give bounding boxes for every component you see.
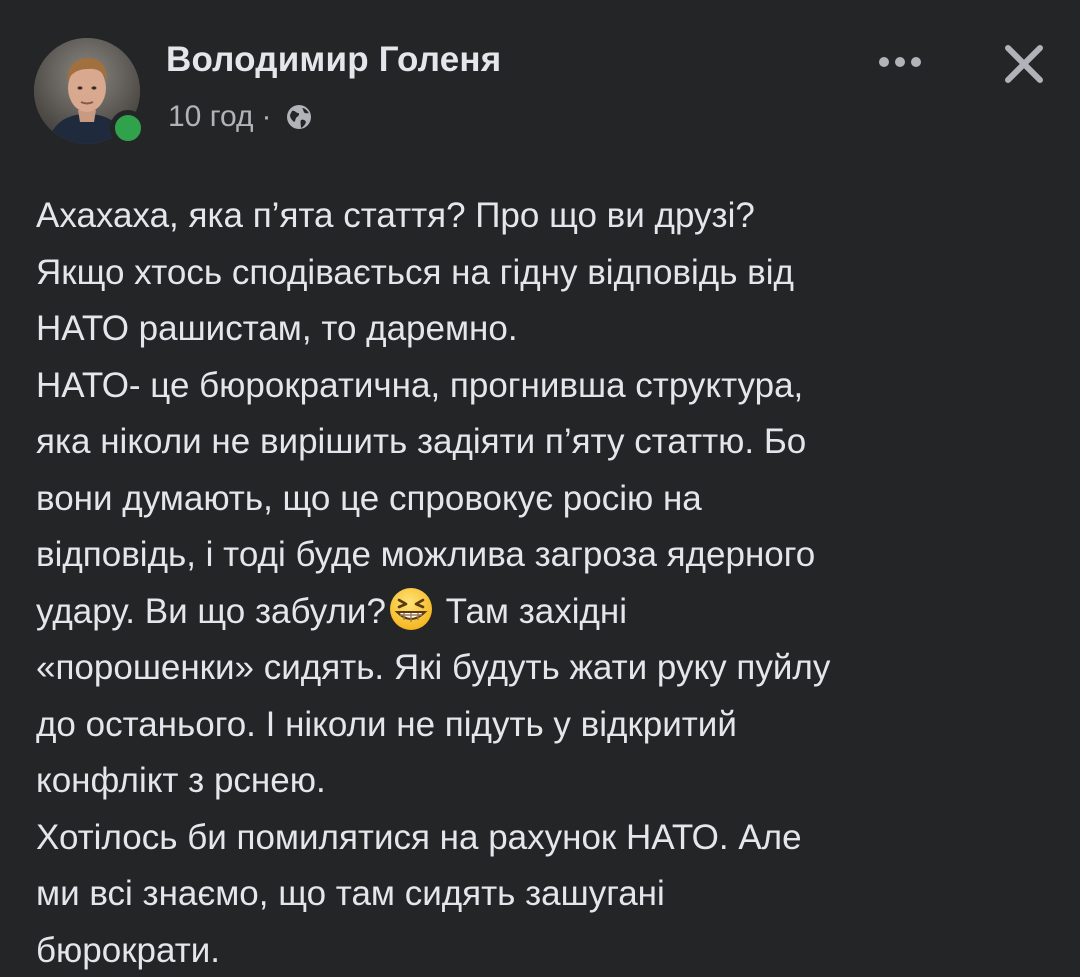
post-text-line: яка ніколи не вирішить задіяти п’яту ста…: [36, 422, 807, 461]
more-options-button[interactable]: [872, 44, 928, 80]
globe-icon[interactable]: [284, 102, 314, 132]
post-timestamp[interactable]: 10 год: [168, 100, 254, 134]
post-text-line: до останього. І ніколи не підуть у відкр…: [36, 704, 737, 744]
post-text-line: бюрократи.: [36, 930, 221, 970]
post-text-line: ми всі знаємо, що там сидять зашугані: [36, 874, 665, 913]
post-text-line: вони думають, що це спровокує росію на: [36, 478, 702, 518]
post-text-line: НАТО- це бюрократична, прогнивша структу…: [36, 365, 804, 405]
post-text-line: Ахахаха, яка п’ята стаття? Про що ви дру…: [36, 196, 755, 235]
post-text-line: відповідь, і тоді буде можлива загроза я…: [36, 535, 816, 574]
post-text-line: Якщо хтось сподівається на гідну відпові…: [36, 252, 794, 292]
close-button[interactable]: [996, 36, 1052, 92]
more-horizontal-icon: [879, 57, 921, 67]
post-text-line: НАТО рашистам, то даремно.: [36, 309, 518, 348]
post-text-segment: Там західні: [435, 591, 628, 631]
post-text-line: Хотілось би помилятися на рахунок НАТО. …: [36, 817, 802, 857]
online-status-indicator: [110, 110, 146, 146]
post-text-line: конфлікт з рснею.: [36, 761, 326, 800]
post-meta: 10 год ·: [168, 100, 314, 134]
meta-separator: ·: [261, 100, 272, 133]
avatar[interactable]: [34, 38, 146, 146]
post-text-line: удару. Ви що забули? Там західні: [36, 584, 1046, 641]
grinning-squinting-face-emoji-icon: [388, 586, 434, 632]
post-text-segment: удару. Ви що забули?: [36, 591, 386, 631]
post-text-line: «порошенки» сидять. Які будуть жати руку…: [36, 648, 831, 687]
post-header: Володимир Голеня 10 год ·: [0, 0, 1080, 160]
post-text: Ахахаха, яка п’ята стаття? Про що ви дру…: [36, 188, 1046, 977]
author-name[interactable]: Володимир Голеня: [166, 40, 501, 80]
close-icon: [1005, 45, 1043, 83]
